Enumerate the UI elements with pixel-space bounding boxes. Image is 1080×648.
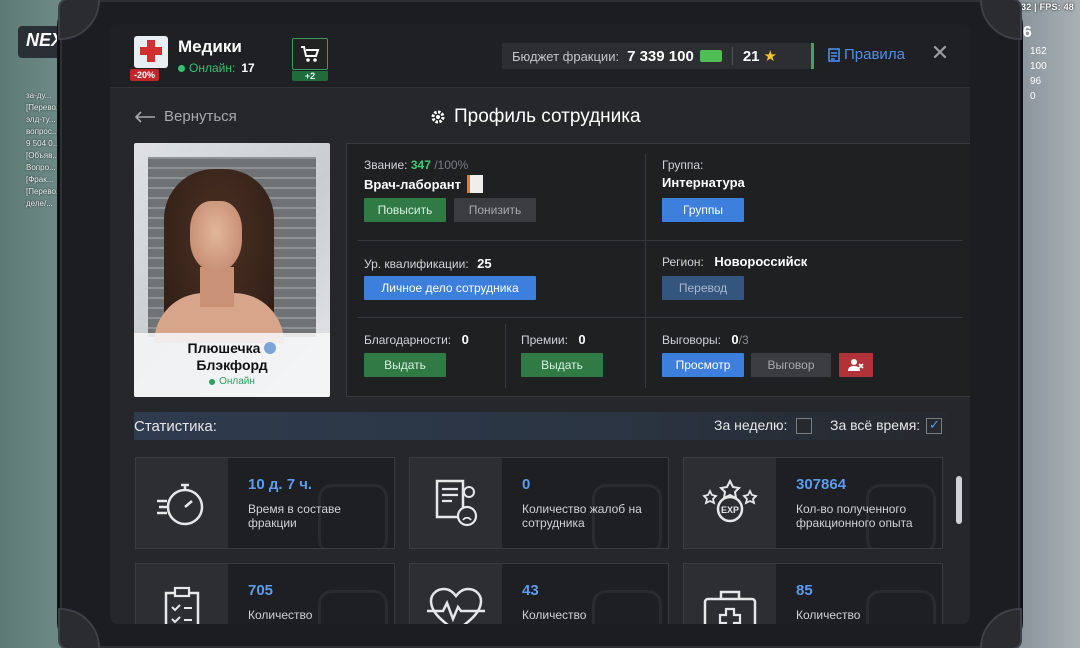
rank-name: Врач-лаборант (364, 177, 461, 192)
remove-user-icon (848, 359, 864, 371)
employee-status: Онлайн (134, 376, 330, 387)
stat-tile: 705 Количество (135, 563, 395, 624)
medkit-icon (703, 590, 757, 624)
stat-label: Количество (248, 608, 313, 622)
rules-link[interactable]: Правила (828, 46, 905, 63)
complaint-icon (435, 479, 478, 527)
transfer-button[interactable]: Перевод (662, 276, 744, 300)
stars-value: 21 (742, 47, 760, 65)
hud-stat: 100 (1030, 61, 1047, 72)
stat-value: 307864 (796, 476, 847, 493)
fire-employee-button[interactable] (839, 353, 873, 377)
stat-label: Количество жалоб на сотрудника (522, 502, 642, 530)
stat-value: 0 (522, 476, 531, 493)
stat-label: Количество (522, 608, 587, 622)
stat-tile: 10 д. 7 ч. Время в составе фракции (135, 457, 395, 549)
all-time-checkbox[interactable] (926, 417, 942, 434)
online-dot-icon (178, 64, 185, 72)
stats-title: Статистика: (134, 417, 217, 435)
experience-stars-icon: EXP (702, 479, 758, 523)
stats-header: Статистика: За неделю: За всё время: (134, 412, 946, 440)
budget-value: 7 339 100 (627, 47, 694, 65)
stopwatch-icon (157, 483, 204, 526)
hud-number: 86 (1014, 24, 1032, 41)
week-checkbox[interactable] (796, 418, 812, 434)
employee-first-name: Плюшечка (187, 340, 261, 356)
demote-button[interactable]: Понизить (454, 198, 536, 222)
clipboard-icon (164, 586, 200, 624)
book-icon (466, 175, 483, 193)
tablet-screen: -20% Медики Онлайн: 17 +2 Бюджет фракции… (110, 24, 970, 624)
faction-header: -20% Медики Онлайн: 17 +2 Бюджет фракции… (110, 24, 970, 88)
online-counter: Онлайн: 17 (178, 61, 255, 75)
stat-value: 85 (796, 582, 813, 599)
stat-value: 43 (522, 582, 539, 599)
give-bonus-button[interactable]: Выдать (521, 353, 603, 377)
faction-name: Медики (178, 37, 242, 56)
promote-button[interactable]: Повысить (364, 198, 446, 222)
employee-info-panel: Звание: 347 /100% Врач-лаборант Повысить… (346, 143, 970, 397)
rank-progress: 347 (410, 158, 431, 172)
stat-label: Количество (796, 608, 861, 622)
arrow-left-icon (134, 110, 155, 123)
stat-label: Кол-во полученного фракционного опыта (796, 502, 913, 530)
bonus-count: 0 (578, 332, 586, 347)
medic-faction-icon (134, 36, 168, 68)
scrollbar[interactable] (956, 476, 962, 524)
qualification-level: 25 (477, 256, 492, 271)
view-warnings-button[interactable]: Просмотр (662, 353, 744, 377)
close-button[interactable]: ✕ (928, 42, 952, 66)
stat-tile: EXP 307864 Кол-во полученного фракционно… (683, 457, 943, 549)
stat-label: Время в составе фракции (248, 502, 341, 530)
hud-stat: 162 (1030, 46, 1047, 57)
employee-name-plate: Плюшечка Блэкфорд Онлайн (134, 333, 330, 397)
online-count: 17 (241, 61, 255, 75)
shop-badge: +2 (292, 71, 328, 81)
stat-tile: 85 Количество (683, 563, 943, 624)
page-title: Профиль сотрудника (430, 106, 641, 128)
document-icon (828, 47, 840, 62)
hud-stat: 96 (1030, 76, 1042, 87)
gear-icon (431, 110, 445, 124)
heartbeat-icon (427, 587, 485, 624)
region-value: Новороссийск (714, 254, 808, 269)
thanks-count: 0 (461, 332, 469, 347)
stat-value: 705 (248, 582, 274, 599)
shop-button[interactable] (292, 38, 328, 70)
cart-icon (301, 46, 320, 62)
faction-budget: Бюджет фракции: 7 339 100 21 ★ (502, 43, 814, 69)
issue-warning-button[interactable]: Выговор (751, 353, 831, 377)
back-button[interactable]: Вернуться (134, 108, 237, 125)
star-icon: ★ (763, 48, 777, 65)
give-thanks-button[interactable]: Выдать (364, 353, 446, 377)
stat-tile: 43 Количество (409, 563, 669, 624)
stat-value: 10 д. 7 ч. (248, 476, 313, 493)
money-icon (699, 50, 722, 62)
employee-last-name: Блэкфорд (196, 357, 268, 373)
user-icon (264, 342, 277, 354)
employee-photo-card: Плюшечка Блэкфорд Онлайн (134, 143, 330, 397)
groups-button[interactable]: Группы (662, 198, 744, 222)
employee-dossier-button[interactable]: Личное дело сотрудника (364, 276, 536, 300)
discount-badge: -20% (130, 69, 160, 81)
group-value: Интернатура (662, 175, 745, 190)
stat-tile: 0 Количество жалоб на сотрудника (409, 457, 669, 549)
svg-text:EXP: EXP (721, 505, 739, 515)
warnings-count: 0 (731, 332, 739, 347)
hud-stat: 0 (1030, 91, 1036, 102)
